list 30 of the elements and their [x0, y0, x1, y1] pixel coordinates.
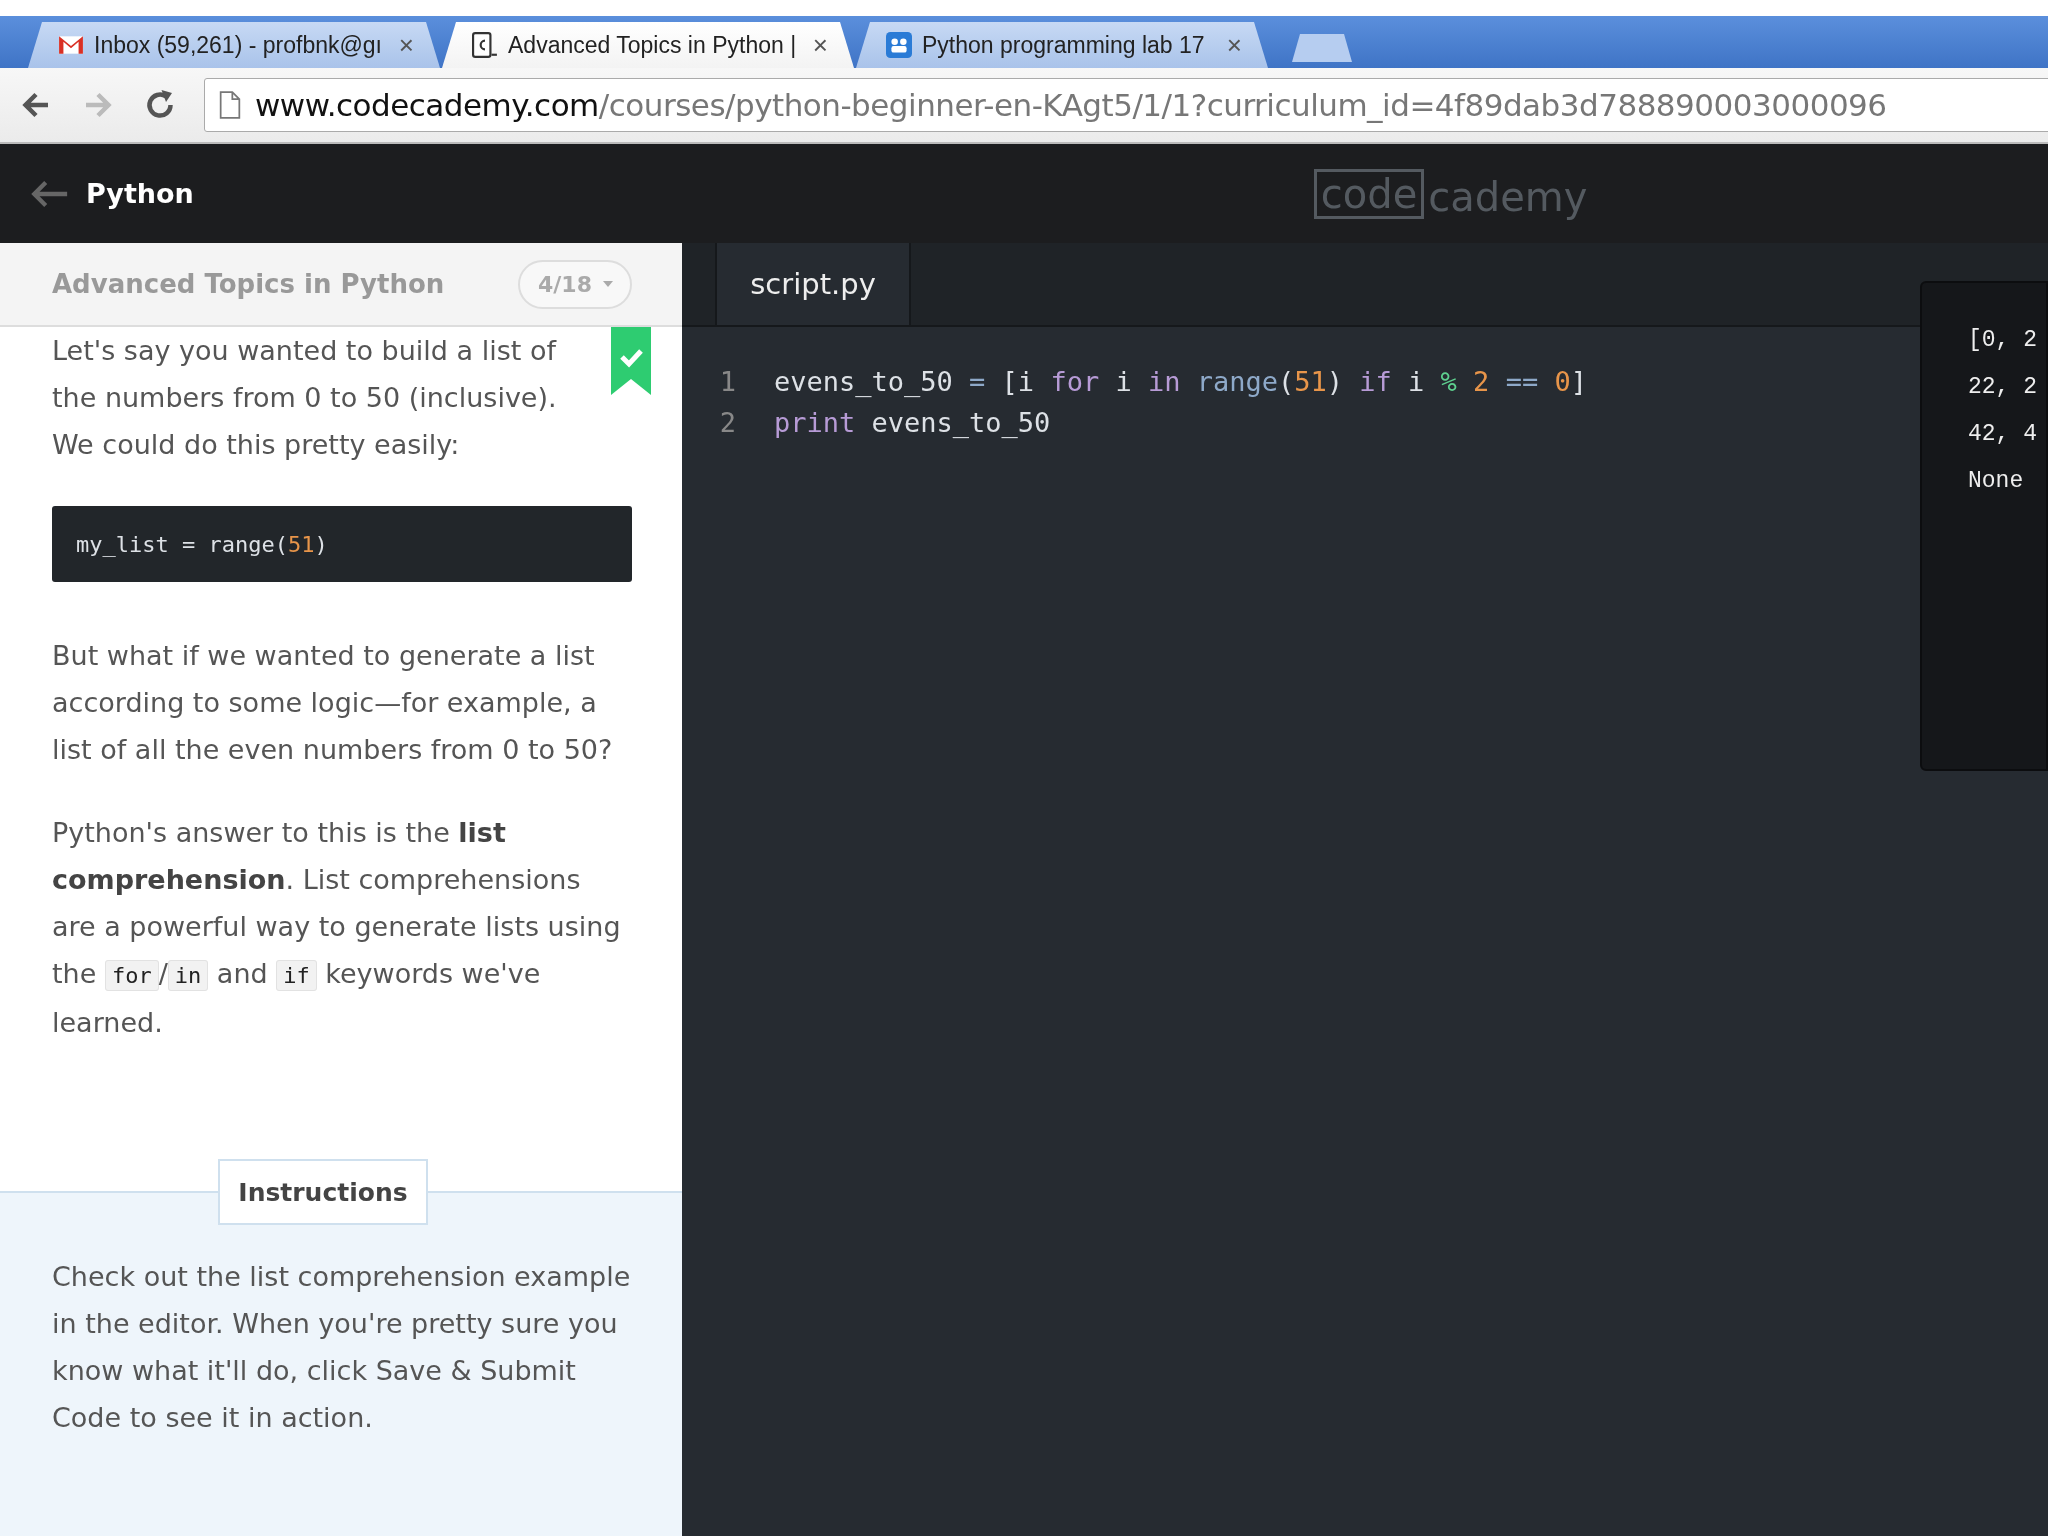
- instructions-text: Check out the list comprehension example in the editor. When you're pretty sure you know what it'll do, click Save & Submit Code to see it in action.: [52, 1260, 632, 1435]
- output-line: [0, 2: [1968, 327, 2038, 355]
- page-icon: [219, 91, 241, 119]
- line-number: 1: [718, 366, 736, 397]
- browser-tab[interactable]: Inbox (59,261) - profbnk@gı ×: [28, 22, 440, 68]
- code-block: my_list = range(51): [52, 506, 632, 582]
- code-line: evens_to_50 = [i for i in range(51) if i % 2 == 0]: [774, 366, 1587, 397]
- lesson-title: Advanced Topics in Python: [52, 269, 445, 299]
- output-line: None: [1968, 468, 2025, 496]
- line-number: 2: [718, 407, 736, 438]
- instructions-tab[interactable]: Instructions: [218, 1159, 428, 1225]
- course-icon: [472, 32, 498, 58]
- paragraph: Let's say you wanted to build a list of the numbers from 0 to 50 (inclusive). We could do this pretty easily:: [52, 334, 558, 462]
- back-arrow-icon[interactable]: [30, 178, 70, 209]
- close-icon[interactable]: ×: [812, 29, 828, 61]
- paragraph: Python's answer to this is the list comprehension. List comprehensions are a powerful way to generate lists using the for / in and if keywords we've learned.: [52, 816, 622, 1040]
- close-icon[interactable]: ×: [1226, 29, 1242, 61]
- new-tab-button[interactable]: [1292, 34, 1352, 62]
- output-line: 42, 4: [1968, 421, 2038, 449]
- course-title[interactable]: Python: [86, 178, 194, 209]
- output-line: 22, 2: [1968, 374, 2038, 402]
- caret-icon: [602, 280, 614, 288]
- file-tab[interactable]: script.py: [715, 243, 911, 325]
- app-icon: [886, 32, 912, 58]
- close-icon[interactable]: ×: [398, 29, 414, 61]
- address-bar[interactable]: www.codecademy.com/courses/python-beginner-en-KAgt5/1/1?curriculum_id=4f89dab3d788890003000096: [204, 78, 2048, 132]
- browser-tab[interactable]: Advanced Topics in Python | ×: [442, 22, 854, 68]
- paragraph: But what if we wanted to generate a list according to some logic—for example, a list of all the even numbers from 0 to 50?: [52, 639, 614, 767]
- browser-tab[interactable]: Python programming lab 17 ×: [856, 22, 1268, 68]
- code-line: print evens_to_50: [774, 407, 1051, 438]
